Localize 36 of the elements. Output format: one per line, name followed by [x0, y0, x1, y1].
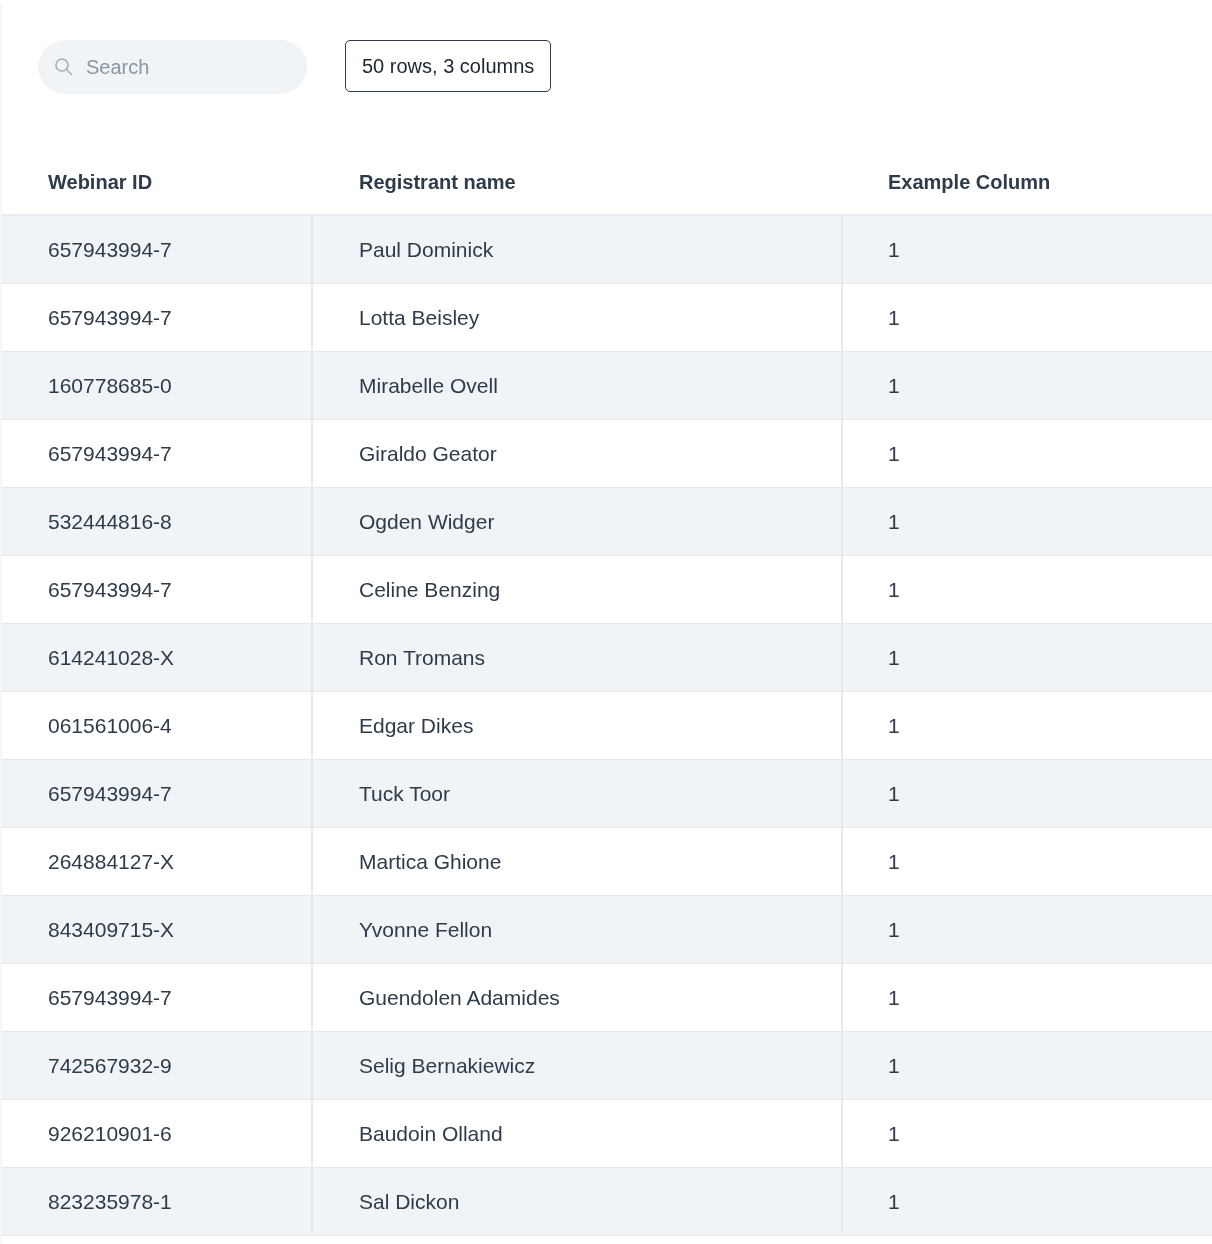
table-cell: Yvonne Fellon [313, 896, 843, 963]
table-cell: Mirabelle Ovell [313, 352, 843, 419]
search-field[interactable]: Search [38, 40, 307, 94]
table-cell: Sal Dickon [313, 1168, 843, 1235]
summary-button[interactable]: 50 rows, 3 columns [345, 40, 552, 92]
table-cell-text: 1 [887, 780, 901, 807]
table-cell-text: 1 [887, 712, 901, 739]
table-cell-text: 1 [887, 304, 901, 331]
table-cell-text: 1 [887, 644, 901, 671]
table-cell: Paul Dominick [313, 216, 843, 283]
table-cell: 823235978-1 [2, 1168, 313, 1235]
table-cell: Tuck Toor [313, 760, 843, 827]
table-cell: 657943994-7 [2, 760, 313, 827]
table-cell-text: 1 [887, 916, 901, 943]
table-cell-text: 1 [887, 984, 901, 1011]
table-cell: Selig Bernakiewicz [313, 1032, 843, 1099]
table-cell-text: 1 [887, 440, 901, 467]
table-cell-text: 1 [887, 848, 901, 875]
table-cell-text: 1 [887, 576, 901, 603]
table-cell-text: 1 [887, 372, 901, 399]
column-header: Registrant name [358, 169, 517, 195]
table-cell: 160778685-0 [2, 352, 313, 419]
table-cell: Ogden Widger [313, 488, 843, 555]
table-cell: 657943994-7 [2, 216, 313, 283]
table-cell: 614241028-X [2, 624, 313, 691]
table-cell: 843409715-X [2, 896, 313, 963]
column-header: Example Column [887, 169, 1052, 195]
table-cell-text: 1 [887, 1052, 901, 1079]
table-cell: Ron Tromans [313, 624, 843, 691]
column-header: Webinar ID [47, 169, 154, 195]
table-cell: 532444816-8 [2, 488, 313, 555]
table-cell-text: 1 [887, 1120, 901, 1147]
table-cell-text: 1 [887, 1188, 901, 1215]
table-cell-text: 1 [887, 236, 901, 263]
table-cell-text: 1 [887, 508, 901, 535]
table-cell: 742567932-9 [2, 1032, 313, 1099]
